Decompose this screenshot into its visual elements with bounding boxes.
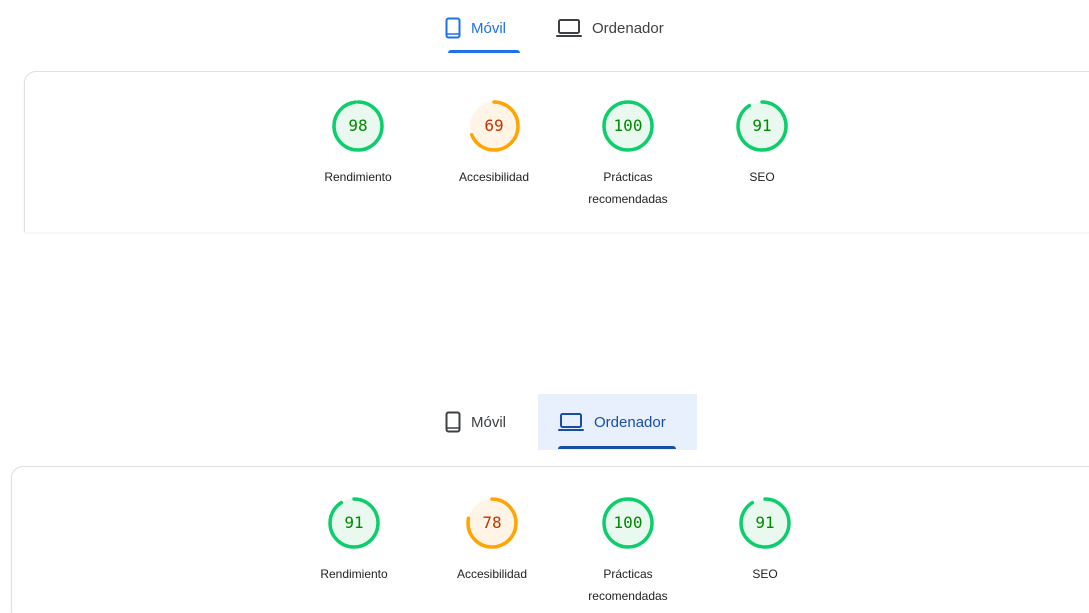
- score-label: Rendimiento: [324, 170, 392, 184]
- tab-mobile[interactable]: Móvil: [445, 394, 530, 450]
- tab-label: Móvil: [471, 19, 507, 37]
- score-value: 100: [613, 513, 643, 532]
- score-best-practices[interactable]: 100 Prácticas recomendadas: [573, 98, 683, 210]
- score-seo[interactable]: 91 SEO: [707, 98, 817, 188]
- score-label: SEO: [752, 567, 778, 581]
- active-tab-indicator: [558, 446, 676, 449]
- tab-desktop[interactable]: Ordenador: [556, 0, 680, 56]
- score-value: 91: [752, 116, 772, 135]
- score-gauge: 91: [734, 98, 790, 154]
- score-gauge: 91: [737, 495, 793, 551]
- score-value: 98: [348, 116, 368, 135]
- score-accessibility[interactable]: 69 Accesibilidad: [439, 98, 549, 188]
- score-label: Rendimiento: [320, 567, 388, 581]
- score-gauge: 91: [326, 495, 382, 551]
- laptop-icon: [558, 412, 584, 432]
- score-value: 69: [484, 116, 504, 135]
- score-value: 100: [613, 116, 643, 135]
- tab-label: Móvil: [471, 413, 507, 431]
- report-panel-desktop: Móvil Ordenador 91 Rendimiento 78 Accesi…: [0, 394, 1089, 613]
- score-gauge: 100: [600, 98, 656, 154]
- score-value: 91: [755, 513, 775, 532]
- tab-label: Ordenador: [592, 19, 664, 37]
- tab-label: Ordenador: [594, 413, 666, 431]
- device-tabs: Móvil Ordenador: [0, 0, 1089, 56]
- smartphone-icon: [445, 17, 461, 39]
- score-label: Prácticas recomendadas: [588, 170, 668, 206]
- scores-card: 98 Rendimiento 69 Accesibilidad 100 Prác…: [24, 71, 1089, 232]
- laptop-icon: [556, 18, 582, 38]
- score-label: Prácticas recomendadas: [588, 567, 668, 603]
- score-value: 91: [344, 513, 364, 532]
- score-label: Accesibilidad: [456, 567, 528, 581]
- score-gauge: 100: [600, 495, 656, 551]
- score-value: 78: [482, 513, 502, 532]
- score-best-practices[interactable]: 100 Prácticas recomendadas: [573, 495, 683, 607]
- active-tab-indicator: [448, 50, 520, 53]
- tab-desktop[interactable]: Ordenador: [538, 394, 697, 450]
- score-label: SEO: [749, 170, 775, 184]
- score-gauge: 98: [330, 98, 386, 154]
- smartphone-icon: [445, 411, 461, 433]
- score-accessibility[interactable]: 78 Accesibilidad: [437, 495, 547, 585]
- score-seo[interactable]: 91 SEO: [710, 495, 820, 585]
- tab-mobile[interactable]: Móvil: [445, 0, 523, 56]
- device-tabs: Móvil Ordenador: [0, 394, 1089, 450]
- score-gauge: 78: [464, 495, 520, 551]
- score-label: Accesibilidad: [458, 170, 530, 184]
- score-performance[interactable]: 91 Rendimiento: [299, 495, 409, 585]
- score-performance[interactable]: 98 Rendimiento: [303, 98, 413, 188]
- scores-card: 91 Rendimiento 78 Accesibilidad 100 Prác…: [11, 466, 1089, 613]
- score-gauge: 69: [466, 98, 522, 154]
- report-panel-mobile: Móvil Ordenador 98 Rendimiento 69 Accesi…: [0, 0, 1089, 232]
